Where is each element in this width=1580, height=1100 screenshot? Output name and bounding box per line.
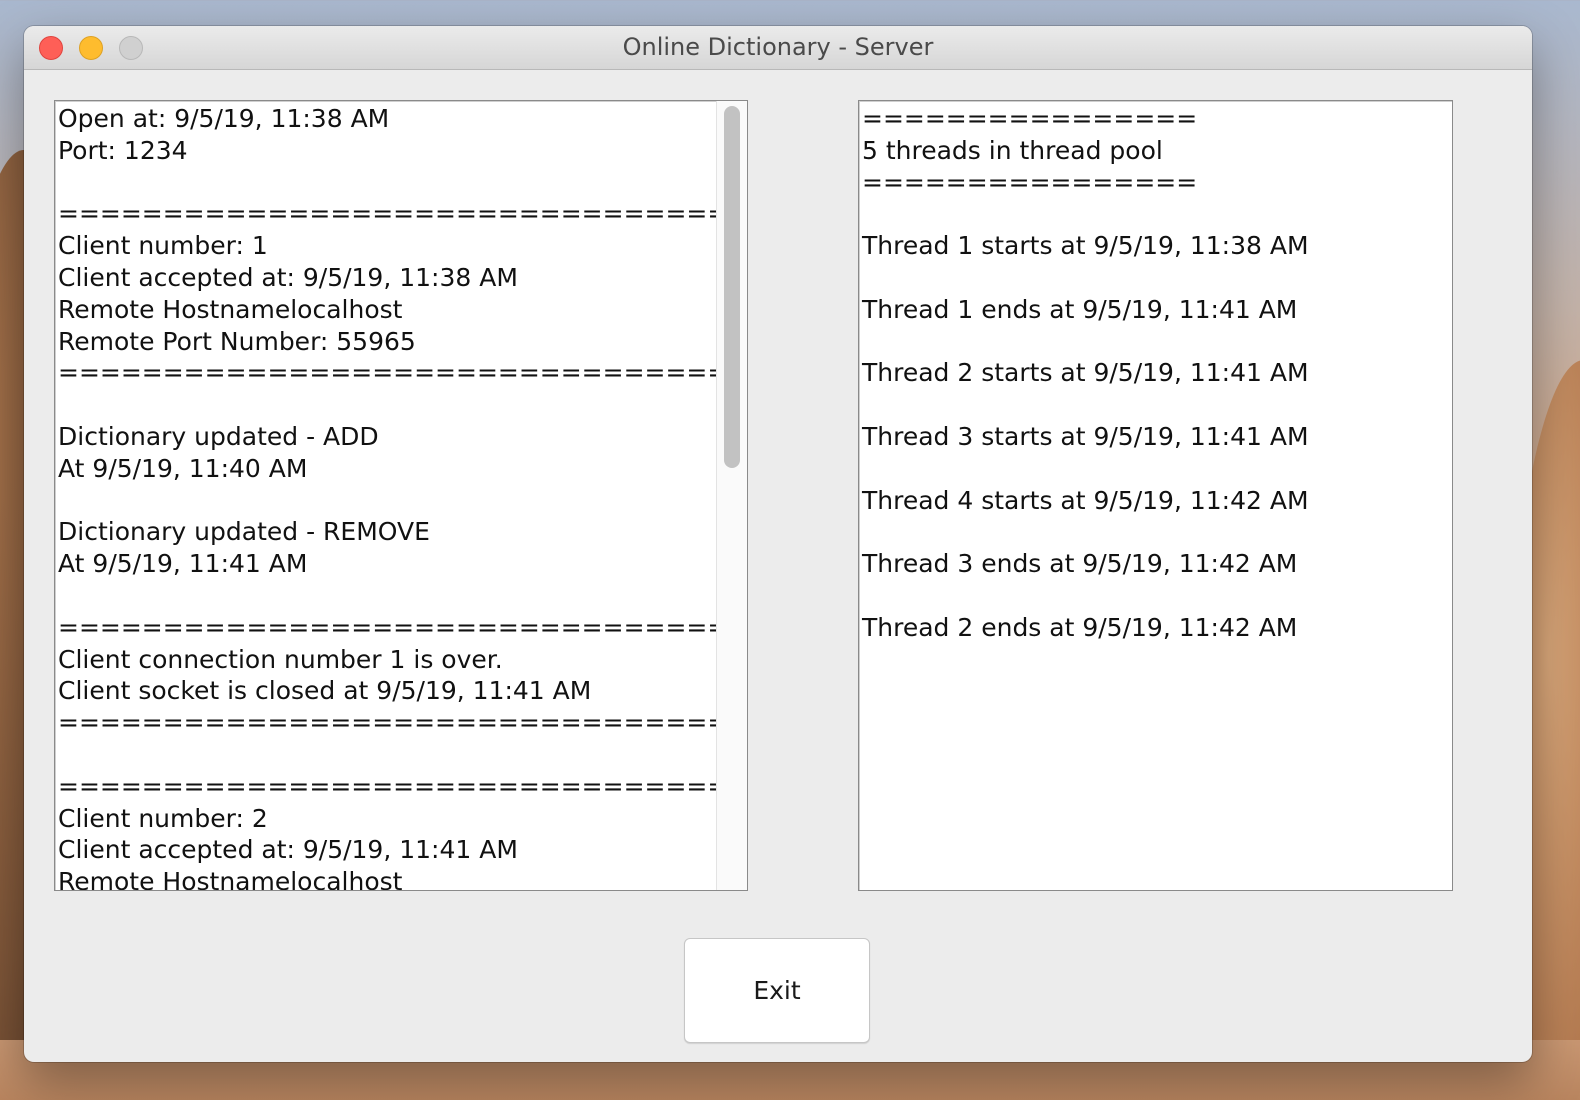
window-title: Online Dictionary - Server	[622, 33, 934, 61]
exit-button[interactable]: Exit	[684, 938, 870, 1043]
server-window: Online Dictionary - Server Open at: 9/5/…	[24, 26, 1532, 1062]
scrollbar-thumb[interactable]	[724, 106, 740, 468]
thread-pool-log-panel[interactable]: ================ 5 threads in thread poo…	[858, 100, 1453, 891]
thread-log-text[interactable]: ================ 5 threads in thread poo…	[859, 101, 1452, 644]
server-log-text[interactable]: Open at: 9/5/19, 11:38 AM Port: 1234 ===…	[55, 101, 747, 890]
server-log-panel[interactable]: Open at: 9/5/19, 11:38 AM Port: 1234 ===…	[54, 100, 748, 891]
server-log-scrollbar[interactable]	[716, 101, 747, 890]
title-bar[interactable]: Online Dictionary - Server	[24, 26, 1532, 70]
